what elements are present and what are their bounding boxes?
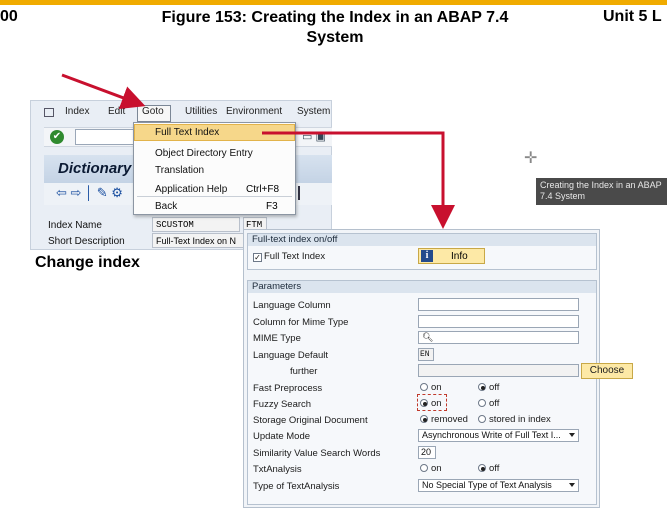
check-icon[interactable]: ✔ [50, 130, 64, 144]
radio-selected-icon [420, 399, 428, 407]
fast-preprocess-on-radio[interactable]: on [420, 382, 442, 393]
menu-bar: Index Edit Goto Utilities Environment Sy… [30, 103, 332, 123]
update-mode-select[interactable]: Asynchronous Write of Full Text I... [418, 429, 579, 442]
language-column-label: Language Column [253, 300, 331, 311]
radio-label: off [489, 463, 500, 474]
menu-item-object-directory[interactable]: Object Directory Entry [155, 148, 253, 159]
radio-label: stored in index [489, 414, 551, 425]
update-mode-label: Update Mode [253, 431, 311, 442]
caption-change-index: Change index [35, 254, 140, 271]
chevron-down-icon [569, 433, 575, 437]
txt-analysis-off-radio[interactable]: off [478, 463, 499, 474]
short-description-field[interactable]: Full-Text Index on N [152, 233, 246, 248]
command-field[interactable] [75, 129, 137, 145]
header-right: Unit 5 L [603, 8, 662, 25]
header-accent-bar [0, 0, 667, 5]
info-button-label: Info [451, 251, 468, 262]
info-icon: i [421, 250, 433, 262]
checkbox-icon[interactable]: ✓ [253, 253, 262, 262]
full-text-index-label: Full Text Index [264, 251, 326, 262]
type-text-analysis-value: No Special Type of Text Analysis [422, 480, 552, 490]
radio-label: off [489, 382, 500, 393]
mime-column-input[interactable] [418, 315, 579, 328]
menu-item-application-help[interactable]: Application Help [155, 184, 227, 195]
language-default-input[interactable]: EN [418, 348, 434, 361]
index-name-label: Index Name [48, 220, 102, 231]
toolbar-separator [298, 186, 304, 200]
choose-button[interactable]: Choose [581, 363, 633, 379]
menu-edit[interactable]: Edit [108, 106, 125, 117]
cursor-icon: ✛ [524, 150, 538, 167]
menu-system[interactable]: System [297, 106, 330, 117]
arrow-to-goto [61, 73, 146, 109]
menu-icon[interactable] [44, 108, 54, 117]
fuzzy-search-label: Fuzzy Search [253, 399, 312, 410]
index-name-field[interactable]: SCUSTOM [152, 217, 240, 232]
figure-page: 00 Figure 153: Creating the Index in an … [0, 0, 667, 518]
group-title-on-off: Full-text index on/off [252, 234, 338, 245]
txt-analysis-label: TxtAnalysis [253, 464, 302, 475]
menu-item-back[interactable]: Back [155, 201, 177, 212]
radio-icon [478, 399, 486, 407]
mime-type-label: MIME Type [253, 333, 301, 344]
tooltip: Creating the Index in an ABAP 7.4 System [536, 178, 667, 205]
fuzzy-search-on-radio[interactable]: on [420, 398, 442, 409]
chevron-down-icon [569, 483, 575, 487]
screen-title: Dictionary [58, 160, 132, 177]
radio-selected-icon [478, 464, 486, 472]
shortcut-back: F3 [266, 201, 278, 212]
txt-analysis-on-radio[interactable]: on [420, 463, 442, 474]
fuzzy-search-off-radio[interactable]: off [478, 398, 499, 409]
menu-index[interactable]: Index [65, 106, 89, 117]
mime-column-label: Column for Mime Type [253, 317, 349, 328]
radio-icon [420, 464, 428, 472]
menu-item-full-text-index[interactable]: Full Text Index [155, 127, 219, 138]
further-label: further [290, 366, 318, 377]
radio-icon [478, 415, 486, 423]
fast-preprocess-off-radio[interactable]: off [478, 382, 499, 393]
menu-utilities[interactable]: Utilities [185, 106, 217, 117]
type-text-analysis-select[interactable]: No Special Type of Text Analysis [418, 479, 579, 492]
full-text-index-checkbox[interactable]: ✓ Full Text Index [253, 251, 325, 262]
radio-icon [420, 383, 428, 391]
radio-label: off [489, 398, 500, 409]
similarity-label: Similarity Value Search Words [253, 448, 381, 459]
save-icon[interactable]: ▭ ▣ [302, 130, 326, 143]
storage-stored-radio[interactable]: stored in index [478, 414, 551, 425]
menu-item-translation[interactable]: Translation [155, 165, 204, 176]
radio-selected-icon [478, 383, 486, 391]
update-mode-value: Asynchronous Write of Full Text I... [422, 430, 561, 440]
radio-label: removed [431, 414, 468, 425]
menu-goto[interactable]: Goto [142, 106, 164, 117]
group-title-parameters: Parameters [252, 281, 302, 292]
figure-title: Figure 153: Creating the Index in an ABA… [161, 9, 509, 46]
further-languages-input[interactable] [418, 364, 579, 377]
storage-removed-radio[interactable]: removed [420, 414, 468, 425]
info-button[interactable]: i Info [418, 248, 485, 264]
back-forward-icon[interactable]: ⇦ ⇨ │ ✎ ⚙ [56, 185, 123, 201]
radio-label: on [431, 382, 442, 393]
similarity-input[interactable]: 20 [418, 446, 436, 459]
header-left: 00 [0, 8, 18, 25]
radio-label: on [431, 463, 442, 474]
storage-original-label: Storage Original Document [253, 415, 368, 426]
fast-preprocess-label: Fast Preprocess [253, 383, 323, 394]
language-column-input[interactable] [418, 298, 579, 311]
menu-separator [137, 196, 292, 197]
radio-label: on [431, 398, 442, 409]
short-description-label: Short Description [48, 236, 125, 247]
mime-type-input[interactable]: 🔍︎ [418, 331, 579, 344]
shortcut-application-help: Ctrl+F8 [246, 184, 280, 195]
language-default-label: Language Default [253, 350, 329, 361]
search-icon: 🔍︎ [422, 332, 434, 342]
type-text-analysis-label: Type of TextAnalysis [253, 481, 340, 492]
radio-selected-icon [420, 415, 428, 423]
menu-environment[interactable]: Environment [226, 106, 282, 117]
